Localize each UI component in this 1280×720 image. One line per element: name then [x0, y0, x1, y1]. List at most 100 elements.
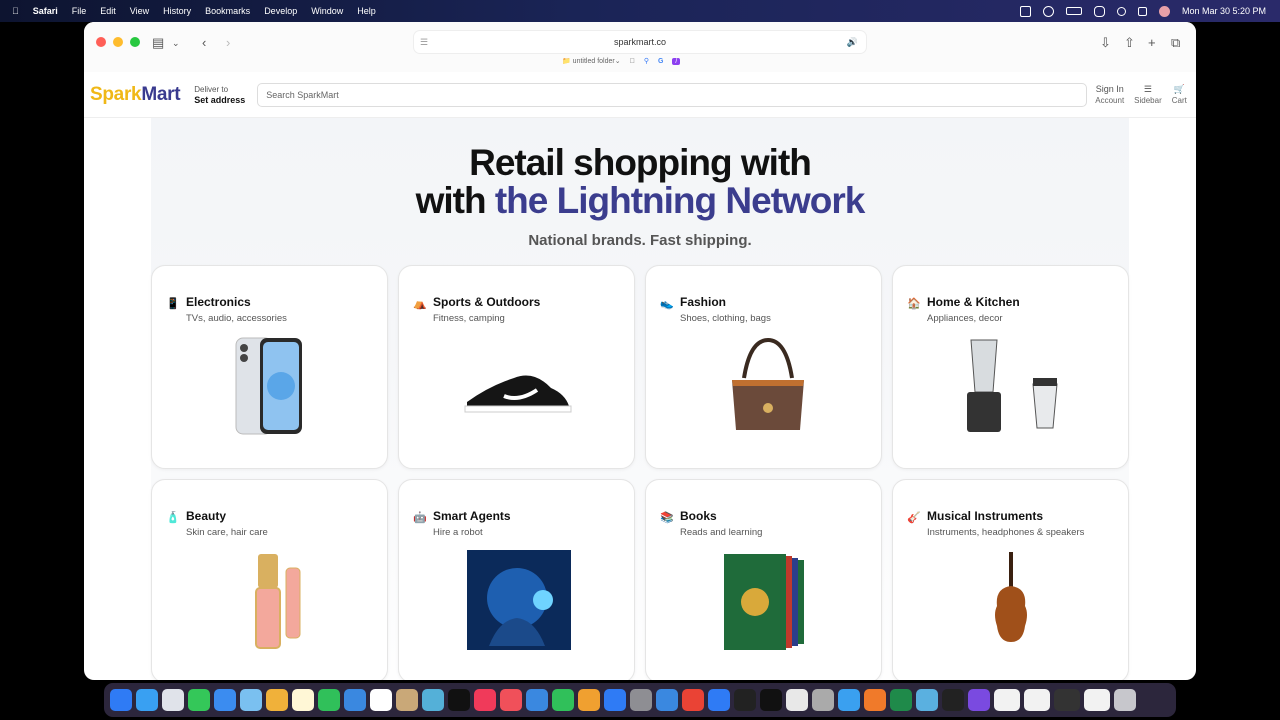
- window-thumbnail-4[interactable]: [1084, 689, 1110, 711]
- trash-icon[interactable]: [1114, 689, 1136, 711]
- sidebar-button[interactable]: ☰ Sidebar: [1134, 84, 1162, 106]
- screen-sharing-icon[interactable]: [656, 689, 678, 711]
- sidebar-toggle-icon[interactable]: ▤: [152, 35, 164, 51]
- extension-favorite-icon[interactable]: /: [672, 57, 681, 65]
- facetime-icon[interactable]: [318, 689, 340, 711]
- imovie-icon[interactable]: [968, 689, 990, 711]
- category-card-electronics[interactable]: 📱 Electronics TVs, audio, accessories: [151, 265, 388, 469]
- battery-icon[interactable]: [1065, 7, 1082, 15]
- menu-develop[interactable]: Develop: [264, 6, 297, 16]
- app-store-icon[interactable]: [604, 689, 626, 711]
- numbers-icon[interactable]: [552, 689, 574, 711]
- cart-button[interactable]: 🛒 Cart: [1172, 84, 1187, 106]
- google-favorite-icon[interactable]: G: [658, 58, 663, 65]
- apple-menu-icon[interactable]: : [12, 6, 19, 16]
- apple-favorite-icon[interactable]: : [630, 58, 635, 65]
- freeform-icon[interactable]: [344, 689, 366, 711]
- lightning-app-icon[interactable]: [942, 689, 964, 711]
- music-icon[interactable]: [474, 689, 496, 711]
- window-thumbnail-2[interactable]: [1024, 689, 1050, 711]
- tab-overview-icon[interactable]: ⧉: [1171, 35, 1180, 51]
- activity-monitor-icon[interactable]: [760, 689, 782, 711]
- new-tab-icon[interactable]: +: [1148, 35, 1156, 50]
- firefox-icon[interactable]: [864, 689, 886, 711]
- menu-bookmarks[interactable]: Bookmarks: [205, 6, 250, 16]
- deliver-to[interactable]: Deliver to Set address: [194, 84, 245, 106]
- terminal-icon[interactable]: [734, 689, 756, 711]
- menu-edit[interactable]: Edit: [100, 6, 116, 16]
- menu-file[interactable]: File: [72, 6, 87, 16]
- download-icon[interactable]: ⇩: [1100, 35, 1111, 51]
- maps-icon[interactable]: [240, 689, 262, 711]
- launchpad-icon[interactable]: [162, 689, 184, 711]
- notes-icon[interactable]: [292, 689, 314, 711]
- news-icon[interactable]: [500, 689, 522, 711]
- menubar-datetime[interactable]: Mon Mar 30 5:20 PM: [1182, 6, 1266, 16]
- quicktime-icon[interactable]: [838, 689, 860, 711]
- address-bar[interactable]: ☰ sparkmart.co 🔊: [414, 31, 866, 53]
- audio-icon[interactable]: 🔊: [847, 37, 858, 48]
- product-image-bag: [732, 337, 804, 430]
- search-favorite-icon[interactable]: ⚲: [644, 57, 649, 65]
- product-image-shoe: [464, 375, 572, 413]
- contacts-icon[interactable]: [396, 689, 418, 711]
- safari-icon[interactable]: [136, 689, 158, 711]
- category-card-music[interactable]: 🎸 Musical Instruments Instruments, headp…: [892, 479, 1129, 680]
- books-icon: 📚: [660, 512, 674, 524]
- tv-icon[interactable]: [448, 689, 470, 711]
- category-card-sports[interactable]: ⛺ Sports & Outdoors Fitness, camping: [398, 265, 635, 469]
- keynote-icon[interactable]: [526, 689, 548, 711]
- cart-icon: 🛒: [1173, 83, 1185, 94]
- minimize-window-button[interactable]: [113, 37, 123, 47]
- search-input[interactable]: Search SparkMart: [257, 82, 1088, 107]
- category-card-beauty[interactable]: 🧴 Beauty Skin care, hair care: [151, 479, 388, 680]
- menu-app-name[interactable]: Safari: [33, 6, 58, 16]
- page-menu-icon[interactable]: ☰: [420, 37, 428, 48]
- calendar-icon[interactable]: [370, 689, 392, 711]
- category-card-fashion[interactable]: 👟 Fashion Shoes, clothing, bags: [645, 265, 882, 469]
- excel-icon[interactable]: [890, 689, 912, 711]
- preview-icon[interactable]: [422, 689, 444, 711]
- share-icon[interactable]: ⇧: [1124, 35, 1135, 51]
- back-icon[interactable]: ‹: [202, 35, 206, 50]
- logo[interactable]: SparkMart: [90, 84, 181, 106]
- user-avatar-icon[interactable]: [1158, 5, 1170, 17]
- play-status-icon[interactable]: [1042, 5, 1054, 17]
- menu-history[interactable]: History: [163, 6, 191, 16]
- window-thumbnail-1[interactable]: [994, 689, 1020, 711]
- status-extension-icon[interactable]: [1019, 5, 1031, 17]
- category-card-smart-agents[interactable]: 🤖 Smart Agents Hire a robot: [398, 479, 635, 680]
- vscode-icon[interactable]: [708, 689, 730, 711]
- pages-icon[interactable]: [578, 689, 600, 711]
- signin-link[interactable]: Sign In Account: [1095, 84, 1124, 106]
- disk-icon[interactable]: [916, 689, 938, 711]
- zoom-window-button[interactable]: [130, 37, 140, 47]
- textedit-icon[interactable]: [786, 689, 808, 711]
- menu-help[interactable]: Help: [357, 6, 376, 16]
- archive-icon[interactable]: [812, 689, 834, 711]
- messages-icon[interactable]: [188, 689, 210, 711]
- chevron-down-icon[interactable]: ⌄: [172, 38, 180, 49]
- url-text[interactable]: sparkmart.co: [614, 37, 666, 47]
- window-thumbnail-3[interactable]: [1054, 689, 1080, 711]
- close-window-button[interactable]: [96, 37, 106, 47]
- favorite-folder[interactable]: 📁 untitled folder⌄: [562, 57, 621, 65]
- shoe-icon: 👟: [660, 298, 674, 310]
- mail-icon[interactable]: [214, 689, 236, 711]
- chrome-icon[interactable]: [682, 689, 704, 711]
- menu-window[interactable]: Window: [311, 6, 343, 16]
- category-card-home[interactable]: 🏠 Home & Kitchen Appliances, decor: [892, 265, 1129, 469]
- forward-icon[interactable]: ›: [226, 35, 230, 50]
- control-center-icon[interactable]: [1093, 5, 1105, 17]
- finder-icon[interactable]: [110, 689, 132, 711]
- lotion-icon: 🧴: [166, 512, 180, 524]
- notification-icon[interactable]: [1137, 6, 1147, 16]
- browser-toolbar: ▤ ⌄ ‹ › ☰ sparkmart.co 🔊 📁 untitled fold…: [84, 22, 1196, 72]
- safari-window: ▤ ⌄ ‹ › ☰ sparkmart.co 🔊 📁 untitled fold…: [84, 22, 1196, 680]
- category-card-books[interactable]: 📚 Books Reads and learning: [645, 479, 882, 680]
- photos-icon[interactable]: [266, 689, 288, 711]
- menu-view[interactable]: View: [130, 6, 149, 16]
- search-spotlight-icon[interactable]: [1116, 6, 1126, 16]
- product-image-phone: [235, 337, 302, 435]
- system-settings-icon[interactable]: [630, 689, 652, 711]
